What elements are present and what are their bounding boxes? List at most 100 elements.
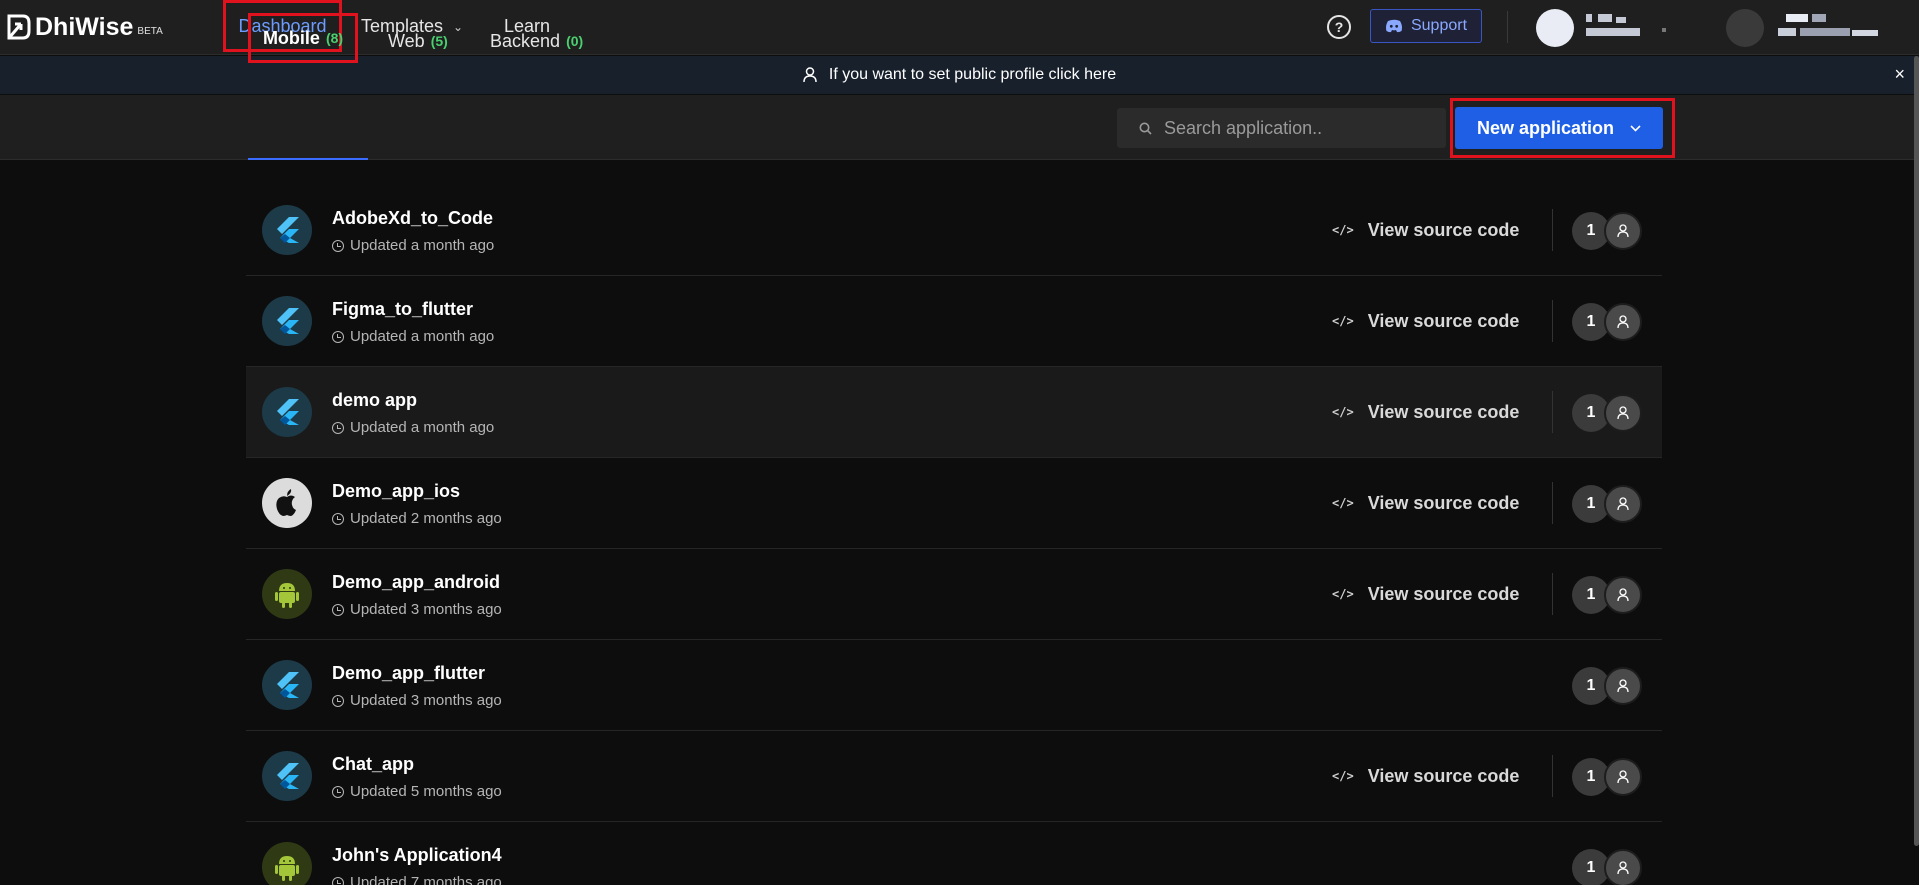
app-name[interactable]: Demo_app_ios <box>332 481 460 502</box>
app-row[interactable]: John's Application4 Updated 7 months ago 1 <box>246 822 1662 885</box>
tab-web-count: (5) <box>430 33 448 49</box>
code-icon: </> <box>1332 405 1354 419</box>
code-icon: </> <box>1332 496 1354 510</box>
banner-text: If you want to set public profile click … <box>828 66 1117 83</box>
add-member-icon[interactable] <box>1604 303 1642 341</box>
app-row[interactable]: Demo_app_ios Updated 2 months ago </> View … <box>246 458 1662 549</box>
add-member-icon[interactable] <box>1604 758 1642 796</box>
chevron-down-icon <box>1630 124 1641 132</box>
view-source-code-label: View source code <box>1367 219 1520 240</box>
view-source-code-button[interactable]: </> View source code <box>1332 306 1519 336</box>
app-members[interactable]: 1 <box>1572 849 1642 885</box>
clock-icon <box>332 785 344 798</box>
tab-mobile-count: (8) <box>325 30 344 46</box>
view-source-code-label: View source code <box>1367 765 1520 786</box>
code-icon: </> <box>1332 223 1354 237</box>
search-icon <box>1139 122 1152 135</box>
search-input[interactable]: Search application.. <box>1117 108 1446 148</box>
clock-icon <box>332 512 344 525</box>
tab-mobile[interactable]: Mobile (8) <box>248 13 358 63</box>
tab-backend[interactable]: Backend (0) <box>490 20 583 62</box>
app-name[interactable]: AdobeXd_to_Code <box>332 208 493 229</box>
new-application-label: New application <box>1476 117 1615 138</box>
flutter-icon <box>277 672 299 698</box>
user-icon <box>1617 770 1629 784</box>
app-platform-icon <box>262 842 312 885</box>
app-updated: Updated 7 months ago <box>332 874 502 885</box>
flutter-icon <box>277 217 299 243</box>
tab-backend-label: Backend <box>490 30 561 51</box>
view-source-code-button[interactable]: </> View source code <box>1332 579 1519 609</box>
app-updated-text: Updated a month ago <box>350 237 495 254</box>
add-member-icon[interactable] <box>1604 394 1642 432</box>
app-members[interactable]: 1 <box>1572 758 1642 796</box>
row-divider <box>1552 573 1553 615</box>
app-name[interactable]: Chat_app <box>332 754 414 775</box>
application-list: AdobeXd_to_Code Updated a month ago </> Vie… <box>246 185 1662 885</box>
app-updated: Updated 3 months ago <box>332 692 502 709</box>
user-icon <box>1617 861 1629 875</box>
new-application-button[interactable]: New application <box>1455 107 1663 149</box>
app-row[interactable]: Chat_app Updated 5 months ago </> View sour… <box>246 731 1662 822</box>
app-row[interactable]: AdobeXd_to_Code Updated a month ago </> Vie… <box>246 185 1662 276</box>
row-divider <box>1552 391 1553 433</box>
android-icon <box>275 583 299 608</box>
app-members[interactable]: 1 <box>1572 485 1642 523</box>
search-placeholder: Search application.. <box>1164 117 1323 138</box>
view-source-code-button[interactable]: </> View source code <box>1332 215 1519 245</box>
app-platform-icon <box>262 387 312 437</box>
app-name[interactable]: Figma_to_flutter <box>332 299 473 320</box>
close-icon[interactable]: × <box>1894 64 1905 85</box>
dhiwise-logo-icon <box>7 14 31 40</box>
app-updated-text: Updated 3 months ago <box>350 692 502 709</box>
tab-mobile-label: Mobile <box>262 27 320 48</box>
app-row[interactable]: demo app Updated a month ago </> View sourc… <box>246 367 1662 458</box>
app-platform-icon <box>262 205 312 255</box>
app-name[interactable]: demo app <box>332 390 417 411</box>
workspace-avatar[interactable] <box>1536 9 1574 47</box>
code-icon: </> <box>1332 769 1354 783</box>
help-icon[interactable]: ? <box>1327 15 1351 39</box>
app-members[interactable]: 1 <box>1572 667 1642 705</box>
row-divider <box>1552 755 1553 797</box>
add-member-icon[interactable] <box>1604 667 1642 705</box>
code-icon: </> <box>1332 587 1354 601</box>
clock-icon <box>332 694 344 707</box>
app-updated: Updated a month ago <box>332 419 494 436</box>
brand-name: DhiWise <box>35 12 134 41</box>
app-row[interactable]: Figma_to_flutter Updated a month ago </> Vi… <box>246 276 1662 367</box>
add-member-icon[interactable] <box>1604 849 1642 885</box>
row-divider <box>1552 482 1553 524</box>
app-members[interactable]: 1 <box>1572 303 1642 341</box>
tab-web[interactable]: Web (5) <box>388 20 448 62</box>
view-source-code-button[interactable]: </> View source code <box>1332 761 1519 791</box>
scrollbar[interactable] <box>1914 56 1919 846</box>
brand-logo[interactable]: DhiWise BETA <box>6 12 163 42</box>
user-avatar[interactable] <box>1726 9 1764 47</box>
add-member-icon[interactable] <box>1604 485 1642 523</box>
row-divider <box>1552 209 1553 251</box>
user-icon <box>1617 406 1629 420</box>
app-name[interactable]: Demo_app_android <box>332 572 500 593</box>
android-icon <box>275 856 299 881</box>
view-source-code-label: View source code <box>1367 492 1520 513</box>
clock-icon <box>332 603 344 616</box>
app-members[interactable]: 1 <box>1572 394 1642 432</box>
app-members[interactable]: 1 <box>1572 212 1642 250</box>
support-label: Support <box>1410 17 1468 34</box>
app-members[interactable]: 1 <box>1572 576 1642 614</box>
view-source-code-button[interactable]: </> View source code <box>1332 397 1519 427</box>
user-icon <box>1617 497 1629 511</box>
add-member-icon[interactable] <box>1604 212 1642 250</box>
app-platform-icon <box>262 478 312 528</box>
header-divider <box>1507 11 1508 43</box>
add-member-icon[interactable] <box>1604 576 1642 614</box>
app-name[interactable]: John's Application4 <box>332 845 502 866</box>
app-name[interactable]: Demo_app_flutter <box>332 663 485 684</box>
support-button[interactable]: Support <box>1370 9 1482 43</box>
app-row[interactable]: Demo_app_flutter Updated 3 months ago 1 <box>246 640 1662 731</box>
app-row[interactable]: Demo_app_android Updated 3 months ago </> V… <box>246 549 1662 640</box>
flutter-icon <box>277 763 299 789</box>
view-source-code-button[interactable]: </> View source code <box>1332 488 1519 518</box>
clock-icon <box>332 876 344 885</box>
